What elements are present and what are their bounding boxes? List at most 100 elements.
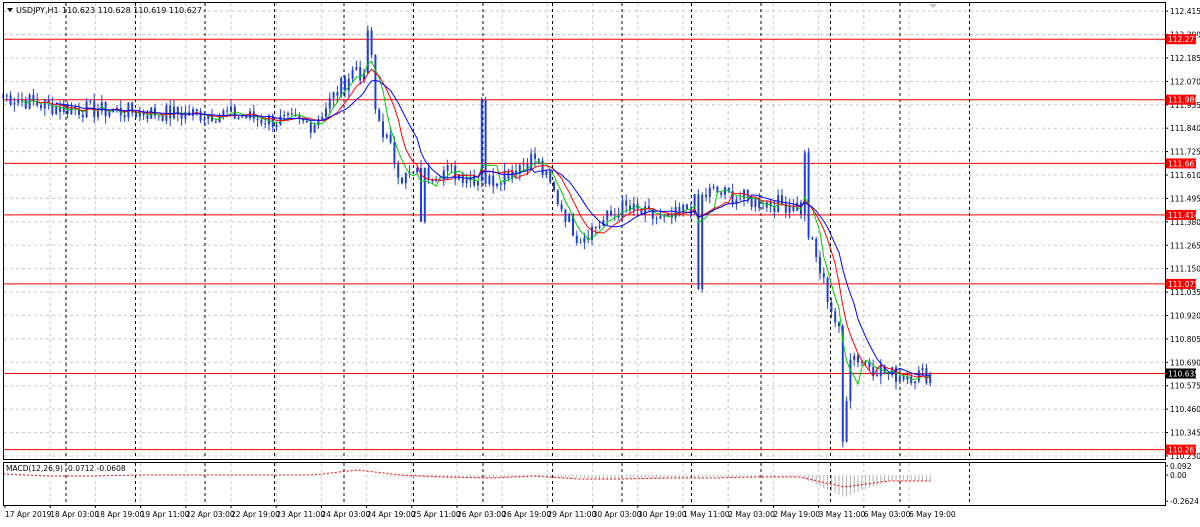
candle-body — [40, 105, 42, 109]
candle-body — [822, 273, 825, 278]
candle-body — [921, 368, 924, 371]
candle-body — [807, 152, 810, 238]
candle-body — [256, 118, 259, 120]
x-tick-label: 26 Apr 19:00 — [502, 510, 551, 519]
y-tick-label: 110.690 — [1170, 358, 1200, 367]
candle-body — [553, 182, 555, 191]
price-chart[interactable]: 112.415112.300112.185112.070111.955111.8… — [0, 0, 1200, 523]
candle-body — [241, 116, 244, 118]
candle-body — [169, 105, 172, 119]
candle-body — [347, 78, 350, 91]
candle-body — [328, 98, 331, 109]
candle-body — [385, 134, 388, 138]
candle-body — [522, 164, 525, 166]
level-price-tag-label: 110.261 — [1168, 446, 1199, 455]
candle-body — [488, 175, 491, 184]
candle-body — [146, 115, 149, 119]
candle-body — [382, 121, 384, 138]
y-tick-label: 110.805 — [1170, 335, 1200, 344]
candle-body — [237, 117, 240, 119]
candle-body — [803, 152, 806, 215]
candle-body — [712, 186, 715, 188]
candle-body — [902, 376, 905, 380]
candle-body — [214, 121, 217, 123]
x-tick-label: 24 Apr 19:00 — [367, 510, 416, 519]
candle-body — [473, 176, 476, 186]
y-tick-label: 111.265 — [1170, 241, 1200, 250]
candle-body — [838, 322, 840, 327]
candle-body — [412, 172, 415, 174]
candle-body — [389, 134, 392, 143]
y-tick-label: 110.345 — [1170, 429, 1200, 438]
candle-body — [442, 170, 445, 181]
candle-body — [720, 192, 723, 195]
candle-body — [180, 114, 183, 119]
candle-body — [230, 106, 232, 112]
candle-body — [499, 183, 502, 185]
y-tick-label: 111.150 — [1170, 265, 1200, 274]
candle-body — [378, 109, 381, 122]
chart-window[interactable]: 112.415112.300112.185112.070111.955111.8… — [0, 0, 1200, 523]
candle-body — [583, 237, 586, 243]
candle-body — [420, 168, 422, 222]
candle-body — [575, 235, 578, 243]
macd-tick-label: 0.00 — [1170, 471, 1187, 480]
x-tick-label: 30 Apr 19:00 — [638, 510, 687, 519]
x-tick-label: 18 Apr 03:00 — [50, 510, 99, 519]
candle-body — [306, 120, 308, 123]
y-tick-label: 110.575 — [1170, 382, 1200, 391]
y-tick-label: 111.725 — [1170, 148, 1200, 157]
x-tick-label: 1 May 11:00 — [683, 510, 730, 519]
x-tick-label: 6 May 19:00 — [909, 510, 956, 519]
candle-body — [81, 114, 84, 118]
candle-body — [819, 257, 821, 274]
candle-body — [275, 124, 278, 128]
candle-body — [792, 206, 795, 211]
candle-body — [264, 123, 267, 125]
candle-body — [697, 194, 700, 290]
candle-body — [598, 225, 601, 228]
candle-body — [708, 187, 711, 197]
candle-body — [705, 194, 707, 197]
candle-body — [686, 204, 688, 210]
candle-body — [610, 210, 612, 216]
candle-body — [313, 125, 316, 133]
candle-body — [5, 95, 8, 97]
candle-body — [739, 198, 742, 200]
candle-body — [788, 206, 791, 213]
candle-body — [606, 210, 609, 221]
x-tick-label: 23 Apr 11:00 — [276, 510, 325, 519]
x-tick-label: 17 Apr 2019 — [5, 510, 52, 519]
chart-background — [0, 0, 1200, 523]
candle-body — [655, 218, 658, 220]
y-tick-label: 111.610 — [1170, 171, 1200, 180]
candle-body — [891, 367, 894, 374]
candle-body — [857, 355, 859, 363]
x-tick-label: 2 May 19:00 — [773, 510, 820, 519]
x-tick-label: 22 Apr 19:00 — [231, 510, 280, 519]
candle-body — [184, 112, 187, 119]
level-price-tag-label: 111.414 — [1168, 211, 1199, 220]
candle-body — [123, 115, 126, 118]
y-tick-label: 112.070 — [1170, 77, 1200, 86]
candle-body — [811, 237, 814, 240]
candle-body — [701, 194, 704, 290]
candle-body — [199, 111, 202, 121]
candle-body — [245, 116, 248, 119]
candle-body — [9, 95, 12, 105]
candle-body — [192, 109, 194, 116]
x-tick-label: 30 Apr 03:00 — [593, 510, 642, 519]
candle-body — [51, 103, 54, 115]
level-price-tag-label: 111.075 — [1168, 280, 1199, 289]
candle-body — [830, 302, 833, 312]
y-tick-label: 110.460 — [1170, 405, 1200, 414]
candle-body — [826, 277, 829, 303]
candle-body — [613, 214, 616, 216]
candle-body — [340, 78, 343, 96]
macd-tick-label: 0.092 — [1170, 462, 1192, 471]
candle-body — [355, 67, 358, 70]
candle-body — [260, 119, 263, 124]
candle-body — [530, 153, 533, 170]
candle-body — [876, 374, 878, 377]
candle-body — [321, 116, 324, 120]
